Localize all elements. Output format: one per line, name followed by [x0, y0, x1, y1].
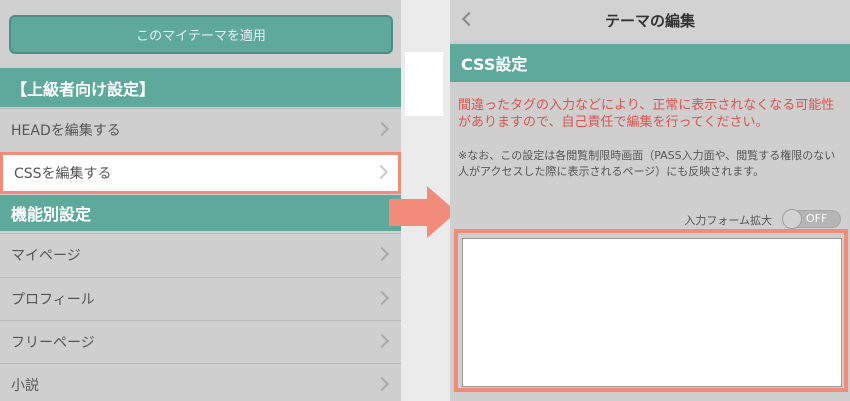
css-editor-frame: [454, 229, 848, 392]
note-text: ※なお、この設定は各閲覧制限時画面（PASS入力面や、閲覧する権限のない人がアク…: [458, 149, 836, 178]
chevron-right-icon: [374, 290, 390, 305]
toggle-state: OFF: [806, 212, 828, 225]
css-textarea[interactable]: [462, 238, 842, 387]
expand-form-label: 入力フォーム拡大: [684, 214, 772, 227]
chevron-right-icon: [374, 376, 390, 391]
arrow-right-icon: [389, 199, 429, 226]
edit-head-label: HEADを編集する: [11, 123, 121, 139]
free-page-item[interactable]: フリーページ: [0, 320, 401, 362]
spacer: [405, 52, 443, 116]
warning-text: 間違ったタグの入力などにより、正常に表示されなくなる可能性がありますので、自己責…: [458, 98, 835, 130]
theme-edit-panel: テーマの編集 CSS設定 間違ったタグの入力などにより、正常に表示されなくなる可…: [450, 0, 850, 401]
edit-css-label: CSSを編集する: [14, 166, 112, 182]
apply-area: このマイテーマを適用: [0, 0, 401, 66]
free-page-label: フリーページ: [11, 334, 95, 351]
apply-theme-button[interactable]: このマイテーマを適用: [9, 15, 393, 54]
top-bar: テーマの編集: [450, 0, 850, 41]
chevron-right-icon: [374, 333, 390, 348]
function-settings-header: 機能別設定: [0, 195, 401, 231]
profile-item[interactable]: プロフィール: [0, 277, 401, 319]
advanced-settings-header: 【上級者向け設定】: [0, 68, 401, 107]
profile-label: プロフィール: [11, 291, 95, 308]
settings-sidebar: このマイテーマを適用 【上級者向け設定】 HEADを編集する CSSを編集する …: [0, 0, 401, 401]
edit-head-item[interactable]: HEADを編集する: [0, 108, 401, 151]
toggle-knob: [782, 209, 802, 229]
css-settings-header: CSS設定: [450, 44, 850, 82]
novel-label: 小説: [11, 377, 39, 394]
chevron-right-icon: [373, 164, 389, 180]
mypage-item[interactable]: マイページ: [0, 233, 401, 275]
chevron-right-icon: [374, 121, 390, 137]
expand-form-toggle[interactable]: OFF: [782, 209, 841, 229]
page-title: テーマの編集: [604, 12, 695, 30]
edit-css-item[interactable]: CSSを編集する: [0, 152, 401, 194]
chevron-right-icon: [374, 246, 390, 261]
novel-item[interactable]: 小説: [0, 363, 401, 401]
mypage-label: マイページ: [11, 247, 81, 264]
